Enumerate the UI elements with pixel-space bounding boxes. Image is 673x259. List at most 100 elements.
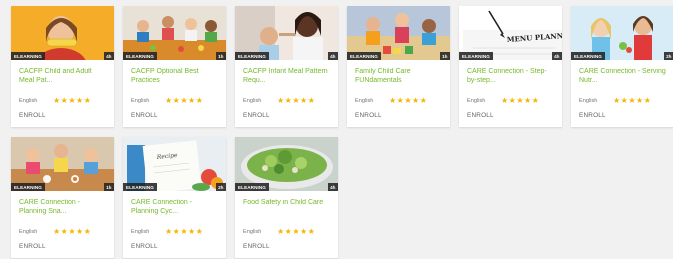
star-icon: ★ — [531, 95, 539, 105]
course-thumbnail[interactable]: ELEARNING 4h — [235, 6, 338, 60]
star-rating: ★ ★ ★ ★ ★ — [277, 95, 315, 105]
course-type-badge: ELEARNING — [235, 52, 269, 60]
star-rating: ★ ★ ★ ★ ★ — [165, 226, 203, 236]
star-icon: ★ — [195, 226, 203, 236]
course-meta: English ★ ★ ★ ★ ★ — [355, 96, 442, 105]
course-card[interactable]: ELEARNING 1h CARE Connection - Planning Sn… — [11, 137, 114, 258]
course-thumbnail[interactable]: Recipe ELEARNING 2h — [123, 137, 226, 191]
star-icon: ★ — [412, 95, 420, 105]
language-label: English — [131, 228, 150, 235]
course-thumbnail[interactable]: ELEARNING 4h — [235, 137, 338, 191]
course-card[interactable]: ELEARNING 4h CACFP Infant Meal Pattern Req… — [235, 6, 338, 127]
course-thumbnail[interactable]: MENU PLANNER ELEARNING 4h — [459, 6, 562, 60]
course-meta: English ★ ★ ★ ★ ★ — [19, 96, 106, 105]
star-icon: ★ — [188, 95, 196, 105]
star-icon: ★ — [516, 95, 524, 105]
star-icon: ★ — [277, 226, 285, 236]
course-title-link[interactable]: Food Safety in Child Care — [243, 199, 330, 217]
course-title-link[interactable]: Family Child Care FUNdamentals — [355, 68, 442, 86]
star-icon: ★ — [60, 226, 68, 236]
star-rating: ★ ★ ★ ★ ★ — [53, 95, 91, 105]
star-icon: ★ — [188, 226, 196, 236]
star-icon: ★ — [172, 226, 180, 236]
course-card[interactable]: Recipe ELEARNING 2h CARE Connection - Plann… — [123, 137, 226, 258]
course-type-badge: ELEARNING — [235, 183, 269, 191]
language-label: English — [243, 97, 262, 104]
enroll-button[interactable]: ENROLL — [19, 243, 106, 250]
star-icon: ★ — [300, 95, 308, 105]
star-icon: ★ — [404, 95, 412, 105]
course-card[interactable]: ELEARNING 1h CACFP Optional Best Practices… — [123, 6, 226, 127]
star-icon: ★ — [180, 226, 188, 236]
star-rating: ★ ★ ★ ★ ★ — [53, 226, 91, 236]
course-type-badge: ELEARNING — [123, 183, 157, 191]
course-card[interactable]: ELEARNING 1h Family Child Care FUNdamental… — [347, 6, 450, 127]
course-title-link[interactable]: CACFP Child and Adult Meal Pat... — [19, 68, 106, 86]
language-label: English — [355, 97, 374, 104]
duration-badge: 4h — [103, 52, 114, 60]
star-icon: ★ — [83, 95, 91, 105]
star-icon: ★ — [419, 95, 427, 105]
star-icon: ★ — [524, 95, 532, 105]
star-icon: ★ — [53, 95, 61, 105]
star-rating: ★ ★ ★ ★ ★ — [165, 95, 203, 105]
course-type-badge: ELEARNING — [123, 52, 157, 60]
duration-badge: 1h — [215, 52, 226, 60]
course-meta: English ★ ★ ★ ★ ★ — [19, 227, 106, 236]
enroll-button[interactable]: ENROLL — [579, 112, 666, 119]
course-card[interactable]: ELEARNING 4h CACFP Child and Adult Meal Pa… — [11, 6, 114, 127]
star-icon: ★ — [628, 95, 636, 105]
enroll-button[interactable]: ENROLL — [243, 243, 330, 250]
language-label: English — [131, 97, 150, 104]
star-icon: ★ — [389, 95, 397, 105]
course-thumbnail[interactable]: ELEARNING 4h — [11, 6, 114, 60]
course-grid: ELEARNING 4h CACFP Child and Adult Meal Pa… — [11, 6, 673, 258]
star-icon: ★ — [60, 95, 68, 105]
duration-badge: 2h — [215, 183, 226, 191]
course-title-link[interactable]: CACFP Infant Meal Pattern Requ... — [243, 68, 330, 86]
course-thumbnail[interactable]: ELEARNING 2h — [571, 6, 673, 60]
star-icon: ★ — [643, 95, 651, 105]
course-type-badge: ELEARNING — [571, 52, 605, 60]
course-title-link[interactable]: CARE Connection - Planning Sna... — [19, 199, 106, 217]
star-icon: ★ — [284, 226, 292, 236]
duration-badge: 4h — [327, 52, 338, 60]
enroll-button[interactable]: ENROLL — [355, 112, 442, 119]
course-title-link[interactable]: CARE Connection - Serving Nutr... — [579, 68, 666, 86]
star-icon: ★ — [76, 95, 84, 105]
star-icon: ★ — [172, 95, 180, 105]
duration-badge: 4h — [551, 52, 562, 60]
language-label: English — [19, 228, 38, 235]
language-label: English — [243, 228, 262, 235]
enroll-button[interactable]: ENROLL — [131, 243, 218, 250]
star-icon: ★ — [83, 226, 91, 236]
star-rating: ★ ★ ★ ★ ★ — [501, 95, 539, 105]
course-thumbnail[interactable]: ELEARNING 1h — [123, 6, 226, 60]
course-card[interactable]: ELEARNING 4h Food Safety in Child Care Engl… — [235, 137, 338, 258]
star-icon: ★ — [300, 226, 308, 236]
language-label: English — [467, 97, 486, 104]
star-icon: ★ — [396, 95, 404, 105]
star-icon: ★ — [195, 95, 203, 105]
course-card[interactable]: MENU PLANNER ELEARNING 4h CARE Connection -… — [459, 6, 562, 127]
star-rating: ★ ★ ★ ★ ★ — [613, 95, 651, 105]
enroll-button[interactable]: ENROLL — [131, 112, 218, 119]
course-title-link[interactable]: CARE Connection - Step-by-step... — [467, 68, 554, 86]
star-icon: ★ — [53, 226, 61, 236]
enroll-button[interactable]: ENROLL — [467, 112, 554, 119]
star-rating: ★ ★ ★ ★ ★ — [277, 226, 315, 236]
course-title-link[interactable]: CACFP Optional Best Practices — [131, 68, 218, 86]
course-title-link[interactable]: CARE Connection - Planning Cyc... — [131, 199, 218, 217]
star-icon: ★ — [165, 95, 173, 105]
course-thumbnail[interactable]: ELEARNING 1h — [347, 6, 450, 60]
course-card[interactable]: ELEARNING 2h CARE Connection - Serving Nut… — [571, 6, 673, 127]
enroll-button[interactable]: ENROLL — [19, 112, 106, 119]
course-type-badge: ELEARNING — [459, 52, 493, 60]
duration-badge: 1h — [103, 183, 114, 191]
enroll-button[interactable]: ENROLL — [243, 112, 330, 119]
star-icon: ★ — [284, 95, 292, 105]
course-type-badge: ELEARNING — [11, 183, 45, 191]
star-rating: ★ ★ ★ ★ ★ — [389, 95, 427, 105]
course-thumbnail[interactable]: ELEARNING 1h — [11, 137, 114, 191]
course-meta: English ★ ★ ★ ★ ★ — [243, 96, 330, 105]
